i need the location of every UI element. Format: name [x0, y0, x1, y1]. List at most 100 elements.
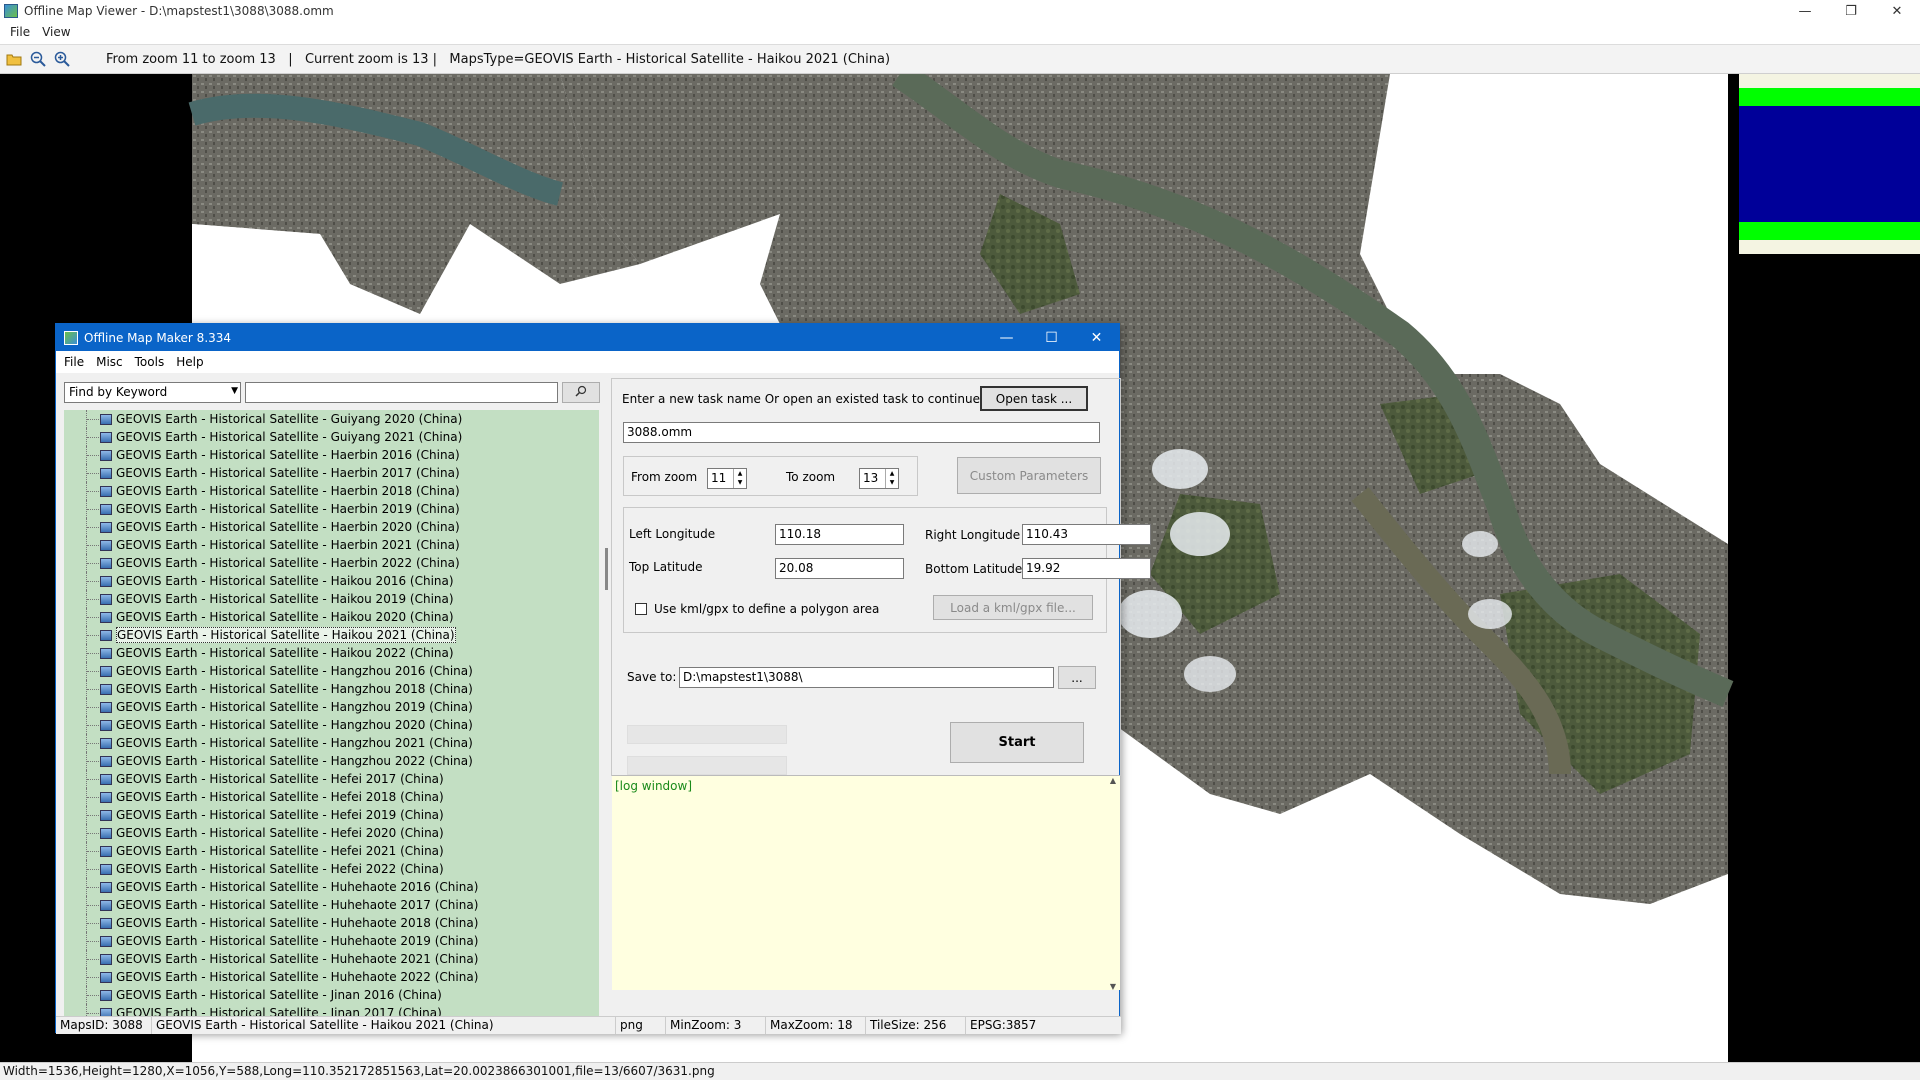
scroll-up-icon[interactable]: ▲	[1106, 776, 1120, 785]
status-epsg: EPSG:3857	[970, 1018, 1037, 1032]
menu-view[interactable]: View	[36, 25, 76, 39]
list-item[interactable]: GEOVIS Earth - Historical Satellite - He…	[64, 842, 599, 860]
list-item[interactable]: GEOVIS Earth - Historical Satellite - Hu…	[64, 914, 599, 932]
list-item[interactable]: GEOVIS Earth - Historical Satellite - Gu…	[64, 410, 599, 428]
bottom-latitude-label: Bottom Latitude	[925, 562, 1023, 576]
map-layer-icon	[100, 755, 112, 767]
list-item[interactable]: GEOVIS Earth - Historical Satellite - Gu…	[64, 428, 599, 446]
list-item[interactable]: GEOVIS Earth - Historical Satellite - Ha…	[64, 752, 599, 770]
list-item[interactable]: GEOVIS Earth - Historical Satellite - Ha…	[64, 734, 599, 752]
map-layer-icon	[100, 899, 112, 911]
list-item[interactable]: GEOVIS Earth - Historical Satellite - Ha…	[64, 446, 599, 464]
list-item[interactable]: GEOVIS Earth - Historical Satellite - Ha…	[64, 482, 599, 500]
list-item[interactable]: GEOVIS Earth - Historical Satellite - Hu…	[64, 950, 599, 968]
custom-parameters-button[interactable]: Custom Parameters	[957, 457, 1101, 494]
list-item[interactable]: GEOVIS Earth - Historical Satellite - He…	[64, 824, 599, 842]
top-latitude-label: Top Latitude	[629, 560, 703, 574]
list-item-label: GEOVIS Earth - Historical Satellite - Ha…	[116, 484, 460, 498]
to-zoom-label: To zoom	[786, 470, 836, 484]
list-item-label: GEOVIS Earth - Historical Satellite - Ha…	[116, 592, 454, 606]
list-item[interactable]: GEOVIS Earth - Historical Satellite - Ji…	[64, 1004, 599, 1016]
dialog-close-button[interactable]: ✕	[1074, 324, 1119, 351]
right-longitude-input[interactable]: 110.43	[1022, 524, 1151, 545]
map-layer-icon	[100, 917, 112, 929]
list-item[interactable]: GEOVIS Earth - Historical Satellite - Ha…	[64, 554, 599, 572]
log-window[interactable]: [log window] ▲ ▼	[612, 775, 1120, 991]
list-item[interactable]: GEOVIS Earth - Historical Satellite - Ha…	[64, 518, 599, 536]
save-path-input[interactable]: D:\mapstest1\3088\	[679, 667, 1054, 688]
dialog-minimize-button[interactable]: —	[984, 324, 1029, 351]
map-layer-icon	[100, 953, 112, 965]
list-item[interactable]: GEOVIS Earth - Historical Satellite - Hu…	[64, 932, 599, 950]
list-item[interactable]: GEOVIS Earth - Historical Satellite - Ha…	[64, 608, 599, 626]
list-item[interactable]: GEOVIS Earth - Historical Satellite - Ha…	[64, 464, 599, 482]
dialog-maximize-button[interactable]: ☐	[1029, 324, 1074, 351]
zoom-out-icon[interactable]	[28, 49, 48, 69]
task-name-input[interactable]: 3088.omm	[623, 422, 1100, 443]
task-prompt: Enter a new task name Or open an existed…	[622, 392, 984, 406]
dialog-titlebar[interactable]: Offline Map Maker 8.334 — ☐ ✕	[56, 324, 1119, 351]
menu-file[interactable]: File	[4, 25, 36, 39]
list-item[interactable]: GEOVIS Earth - Historical Satellite - He…	[64, 806, 599, 824]
list-item-label: GEOVIS Earth - Historical Satellite - Ha…	[116, 538, 460, 552]
browse-button[interactable]: ...	[1058, 666, 1096, 689]
list-item[interactable]: GEOVIS Earth - Historical Satellite - Ha…	[64, 680, 599, 698]
menu-help[interactable]: Help	[170, 355, 209, 369]
log-scrollbar[interactable]: ▲ ▼	[1106, 776, 1120, 991]
spin-arrows-icon[interactable]: ▲ ▼	[733, 469, 746, 488]
list-item[interactable]: GEOVIS Earth - Historical Satellite - Ha…	[64, 536, 599, 554]
list-item[interactable]: GEOVIS Earth - Historical Satellite - He…	[64, 788, 599, 806]
restore-button[interactable]: ❐	[1828, 0, 1874, 22]
scrollbar-thumb[interactable]	[605, 548, 608, 590]
list-item-label: GEOVIS Earth - Historical Satellite - Ha…	[116, 556, 460, 570]
menu-tools[interactable]: Tools	[129, 355, 171, 369]
list-item[interactable]: GEOVIS Earth - Historical Satellite - Ha…	[64, 644, 599, 662]
list-item[interactable]: GEOVIS Earth - Historical Satellite - Ha…	[64, 500, 599, 518]
list-item[interactable]: GEOVIS Earth - Historical Satellite - Ha…	[64, 716, 599, 734]
spin-arrows-icon[interactable]: ▲ ▼	[885, 469, 898, 488]
kml-checkbox[interactable]	[635, 603, 647, 615]
list-item-label: GEOVIS Earth - Historical Satellite - Hu…	[116, 952, 479, 966]
find-mode-select[interactable]: Find by Keyword ▼	[64, 382, 241, 403]
list-item[interactable]: GEOVIS Earth - Historical Satellite - He…	[64, 770, 599, 788]
map-layer-icon	[100, 449, 112, 461]
start-button[interactable]: Start	[950, 722, 1084, 763]
minimize-button[interactable]: —	[1782, 0, 1828, 22]
map-source-list[interactable]: GEOVIS Earth - Historical Satellite - Gu…	[64, 410, 599, 1016]
list-item-label: GEOVIS Earth - Historical Satellite - Gu…	[116, 412, 463, 426]
map-layer-icon	[100, 881, 112, 893]
zoom-in-icon[interactable]	[52, 49, 72, 69]
list-item[interactable]: GEOVIS Earth - Historical Satellite - Ha…	[64, 698, 599, 716]
list-item-label: GEOVIS Earth - Historical Satellite - Hu…	[116, 934, 479, 948]
list-item[interactable]: GEOVIS Earth - Historical Satellite - Ha…	[64, 590, 599, 608]
list-item[interactable]: GEOVIS Earth - Historical Satellite - Ha…	[64, 572, 599, 590]
list-item[interactable]: GEOVIS Earth - Historical Satellite - Hu…	[64, 896, 599, 914]
open-folder-icon[interactable]	[4, 49, 24, 69]
to-zoom-stepper[interactable]: 13 ▲ ▼	[859, 468, 899, 489]
list-item[interactable]: GEOVIS Earth - Historical Satellite - Ha…	[64, 662, 599, 680]
list-item[interactable]: GEOVIS Earth - Historical Satellite - Hu…	[64, 968, 599, 986]
dialog-statusbar: MapsID: 3088 GEOVIS Earth - Historical S…	[56, 1016, 1121, 1034]
map-layer-icon	[100, 809, 112, 821]
list-item-label: GEOVIS Earth - Historical Satellite - He…	[116, 862, 444, 876]
list-item[interactable]: GEOVIS Earth - Historical Satellite - He…	[64, 860, 599, 878]
open-task-button[interactable]: Open task ...	[980, 386, 1088, 411]
menu-misc[interactable]: Misc	[90, 355, 129, 369]
from-zoom-stepper[interactable]: 11 ▲ ▼	[707, 468, 747, 489]
viewer-window-controls: — ❐ ✕	[1782, 0, 1920, 22]
top-latitude-input[interactable]: 20.08	[775, 558, 904, 579]
list-item[interactable]: GEOVIS Earth - Historical Satellite - Hu…	[64, 878, 599, 896]
list-item-label: GEOVIS Earth - Historical Satellite - Gu…	[116, 430, 463, 444]
search-input[interactable]	[245, 382, 558, 403]
scroll-down-icon[interactable]: ▼	[1106, 982, 1120, 991]
menu-file[interactable]: File	[58, 355, 90, 369]
left-longitude-input[interactable]: 110.18	[775, 524, 904, 545]
load-kml-button[interactable]: Load a kml/gpx file...	[933, 595, 1093, 620]
map-layer-icon	[100, 863, 112, 875]
close-button[interactable]: ✕	[1874, 0, 1920, 22]
list-item[interactable]: GEOVIS Earth - Historical Satellite - Ji…	[64, 986, 599, 1004]
map-layer-icon	[100, 665, 112, 677]
bottom-latitude-input[interactable]: 19.92	[1022, 558, 1151, 579]
list-item[interactable]: GEOVIS Earth - Historical Satellite - Ha…	[64, 626, 599, 644]
search-button[interactable]	[562, 382, 600, 403]
